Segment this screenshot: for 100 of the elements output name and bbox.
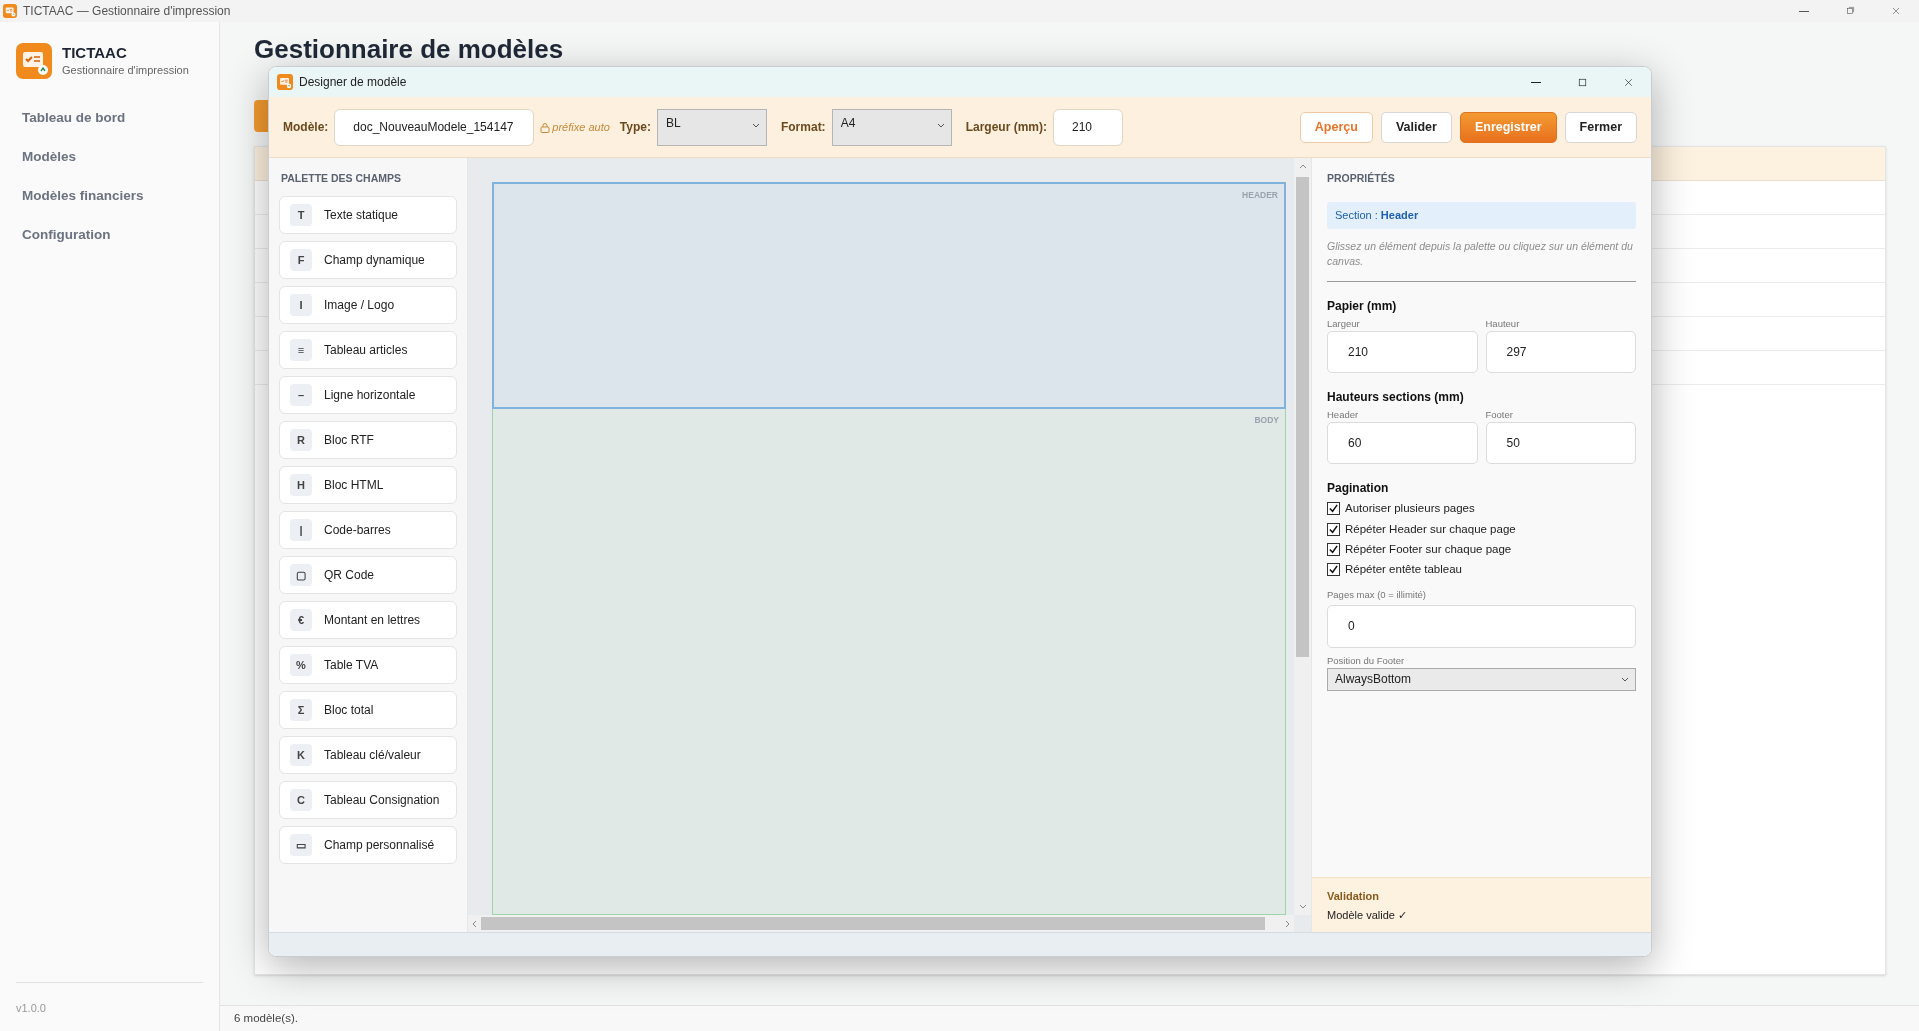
item-glyph: ▭ (290, 833, 312, 856)
model-field[interactable]: doc_NouveauModele_154147 (334, 108, 535, 146)
section-indicator: Section : Header (1327, 201, 1636, 229)
checkbox-label: Autoriser plusieurs pages (1345, 501, 1475, 517)
prefix-hint: préfixe auto (552, 119, 610, 135)
item-glyph: F (290, 248, 312, 271)
palette-item[interactable]: T Texte statique (279, 195, 457, 234)
section-label: HEADER (1242, 189, 1278, 202)
app-icon (3, 4, 17, 18)
item-label: QR Code (324, 566, 375, 584)
toolbar-button[interactable]: Valider (1380, 111, 1452, 143)
palette-item[interactable]: C Tableau Consignation (279, 780, 457, 819)
brand-name: TICTAAC (62, 43, 128, 62)
chevron-down-icon (1298, 904, 1307, 909)
palette-item[interactable]: ▢ QR Code (279, 555, 457, 594)
validation-title: Validation (1327, 889, 1380, 904)
close-icon (1890, 5, 1902, 17)
palette-item[interactable]: R Bloc RTF (279, 420, 457, 459)
section-label: BODY (1254, 414, 1279, 427)
group-title: Pagination (1327, 480, 1390, 498)
toolbar-button[interactable]: Fermer (1564, 111, 1637, 143)
number-field[interactable]: 210 (1327, 331, 1478, 373)
footer-position-dropdown[interactable]: AlwaysBottom (1327, 667, 1636, 691)
nav-item[interactable]: Configuration (12, 216, 207, 255)
palette-item[interactable]: Σ Bloc total (279, 690, 457, 729)
item-label: Montant en lettres (324, 611, 421, 629)
item-glyph: ▢ (290, 563, 312, 586)
palette-item[interactable]: ≡ Tableau articles (279, 330, 457, 369)
status-text: 6 modèle(s). (234, 1010, 298, 1026)
palette-item[interactable]: % Table TVA (279, 645, 457, 684)
item-glyph: T (290, 203, 312, 226)
item-label: Tableau Consignation (324, 791, 440, 809)
format-dropdown[interactable]: A4 (831, 108, 952, 146)
item-label: Bloc RTF (324, 431, 374, 449)
group-title: Hauteurs sections (mm) (1327, 389, 1465, 406)
number-field[interactable]: 50 (1485, 422, 1636, 465)
nav-item[interactable]: Tableau de bord (12, 99, 207, 138)
palette-item[interactable]: I Image / Logo (279, 285, 457, 324)
minimize-icon (1531, 81, 1541, 83)
palette-item[interactable]: K Tableau clé/valeur (279, 735, 457, 774)
item-glyph: K (290, 743, 312, 766)
palette-item[interactable]: € Montant en lettres (279, 600, 457, 639)
brand-subtitle: Gestionnaire d'impression (62, 62, 189, 78)
horizontal-scrollbar[interactable] (468, 915, 1294, 932)
group-title: Papier (mm) (1327, 297, 1398, 315)
chevron-up-icon (1298, 164, 1307, 169)
chevron-down-icon (1621, 676, 1629, 683)
dialog-title: Designer de modèle (299, 74, 407, 91)
palette-item[interactable]: F Champ dynamique (279, 240, 457, 279)
version-label: v1.0.0 (16, 1002, 46, 1014)
vertical-scrollbar[interactable] (1294, 158, 1311, 915)
item-label: Tableau clé/valeur (324, 746, 421, 764)
nav-item[interactable]: Modèles financiers (12, 177, 207, 216)
restore-icon (1844, 5, 1856, 17)
palette-item[interactable]: ▭ Champ personnalisé (279, 825, 457, 864)
item-glyph: H (290, 473, 312, 496)
item-label: Image / Logo (324, 296, 395, 314)
palette-item[interactable]: | Code-barres (279, 510, 457, 549)
chevron-right-icon (1285, 919, 1290, 928)
width-field[interactable]: 210 (1052, 108, 1123, 146)
app-icon (277, 74, 293, 90)
item-glyph: | (290, 518, 312, 541)
item-glyph: % (290, 653, 312, 676)
checkbox[interactable] (1327, 563, 1340, 577)
chevron-down-icon (936, 122, 945, 129)
palette-item[interactable]: H Bloc HTML (279, 465, 457, 504)
field-label: Largeur (1327, 316, 1361, 331)
number-field[interactable]: 60 (1327, 422, 1478, 465)
checkbox-label: Répéter entête tableau (1345, 562, 1462, 577)
item-label: Bloc HTML (324, 476, 384, 494)
number-field[interactable]: 0 (1327, 604, 1636, 648)
item-label: Table TVA (324, 656, 379, 674)
checkbox[interactable] (1327, 522, 1340, 536)
scroll-thumb[interactable] (481, 917, 1265, 930)
type-dropdown[interactable]: BL (656, 108, 767, 146)
item-label: Bloc total (324, 701, 374, 719)
field-label: Type: (619, 119, 651, 136)
item-glyph: € (290, 608, 312, 631)
scroll-thumb[interactable] (1296, 177, 1309, 657)
item-label: Ligne horizontale (324, 386, 416, 404)
window-title: TICTAAC — Gestionnaire d'impression (23, 3, 231, 20)
checkbox-label: Répéter Footer sur chaque page (1345, 541, 1512, 557)
item-glyph: R (290, 428, 312, 451)
item-label: Champ dynamique (324, 251, 425, 269)
checkbox[interactable] (1327, 502, 1340, 516)
nav-item[interactable]: Modèles (12, 138, 207, 177)
field-label: Position du Footer (1327, 653, 1406, 668)
validation-message: Modèle valide ✓ (1327, 907, 1408, 923)
item-glyph: – (290, 383, 312, 406)
item-glyph: I (290, 293, 312, 316)
field-label: Pages max (0 = illimité) (1327, 588, 1427, 603)
page-heading: Gestionnaire de modèles (254, 34, 565, 64)
chevron-down-icon (751, 122, 760, 129)
palette-item[interactable]: – Ligne horizontale (279, 375, 457, 414)
field-label: Header (1327, 408, 1360, 422)
checkbox-label: Répéter Header sur chaque page (1345, 521, 1516, 537)
lock-icon (540, 121, 551, 133)
checkbox[interactable] (1327, 542, 1340, 556)
item-glyph: Σ (290, 698, 312, 721)
number-field[interactable]: 297 (1485, 331, 1636, 373)
